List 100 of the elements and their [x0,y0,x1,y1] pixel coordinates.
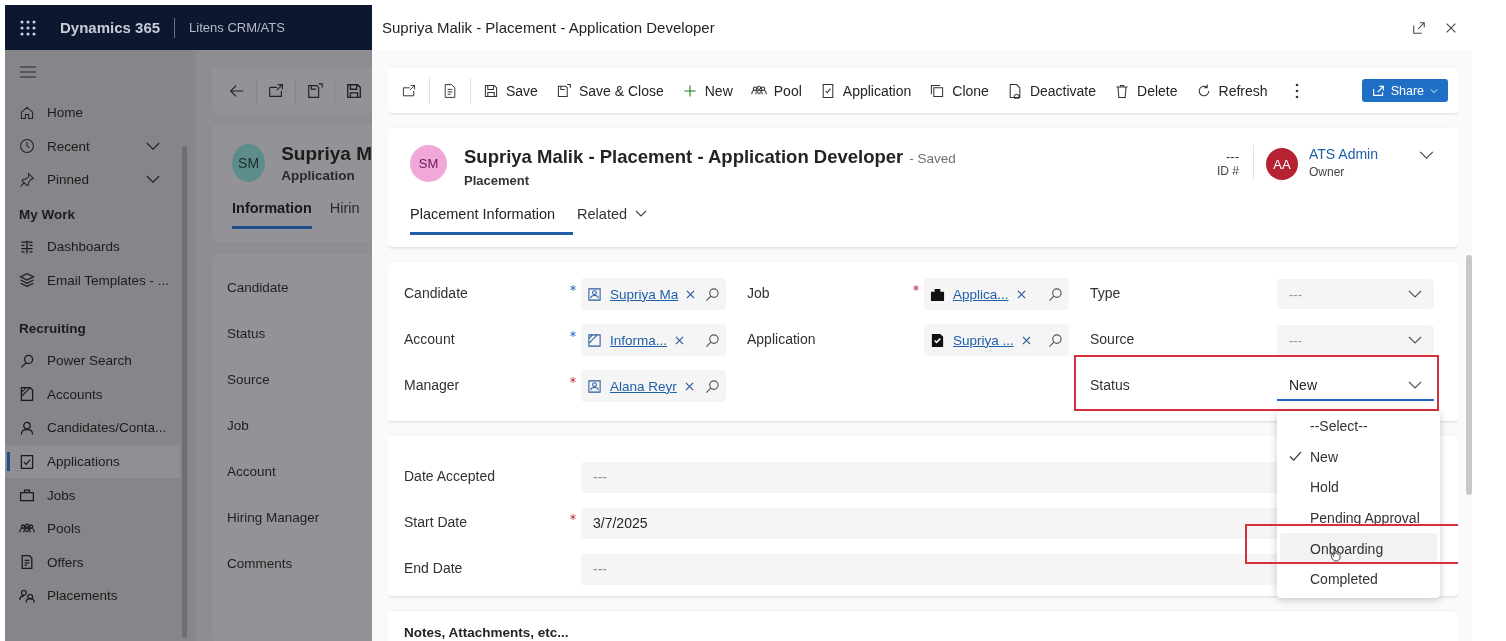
lookup-field[interactable]: Alana Reyr [581,370,726,402]
tab[interactable]: Placement Information [410,206,574,235]
command-button[interactable]: Pool [741,74,811,107]
nav-icon [19,453,35,470]
field-label: Candidate [404,284,469,301]
avatar: SM [232,144,266,182]
popout-icon[interactable] [401,82,417,99]
remove-icon[interactable] [684,381,694,391]
id-value: --- [1225,149,1239,164]
tab[interactable]: Related [577,206,666,235]
tab[interactable]: Hirin [329,200,360,229]
nav-icon [19,487,35,504]
field-label: Status [227,326,267,343]
field-label: Job [747,284,771,301]
panel-title: Supriya Malik - Placement - Application Developer [382,19,716,36]
nav-item[interactable]: Pools [5,511,180,546]
lookup-field[interactable]: Supriya ... [924,324,1069,356]
command-button[interactable]: Deactivate [997,74,1106,107]
search-icon[interactable] [705,378,720,394]
trash-icon [1114,82,1131,99]
command-button[interactable]: Refresh [1186,74,1277,107]
tab[interactable]: Information [232,200,312,229]
field-label: End Date [404,559,464,576]
nav-item[interactable]: Offers [5,545,180,580]
search-icon[interactable] [1048,286,1063,302]
record-title: Supriya M [281,143,372,165]
command-button[interactable]: New [672,74,742,107]
command-button[interactable]: Save & Close [546,74,673,107]
app-launcher-icon[interactable] [20,19,36,36]
nav-icon [19,587,35,604]
share-button[interactable]: Share [1361,79,1448,102]
nav-item[interactable]: Recent [5,129,180,164]
briefcase-icon [930,286,945,302]
app-name: Litens CRM/ATS [189,20,285,35]
nav-icon [19,352,35,369]
lookup-field[interactable]: Informa... [581,324,726,356]
nav-item[interactable]: Applications [5,444,180,479]
remove-icon[interactable] [1016,289,1026,299]
owner-link[interactable]: ATS Admin [1309,146,1378,162]
field-label: Job [227,418,250,435]
avatar: AA [1266,148,1298,180]
search-icon[interactable] [705,286,720,302]
popout-icon[interactable] [267,81,285,100]
record-type: Placement [464,173,531,188]
nav-item[interactable]: Accounts [5,377,180,412]
record-link[interactable]: Informa... [610,332,668,348]
nav-section-title: Recruiting [18,319,87,338]
chevron-down-icon [1408,336,1422,344]
command-button[interactable]: Clone [920,74,998,107]
field-label: Type [1090,284,1122,301]
more-icon[interactable] [1294,82,1299,99]
field-label: Source [1090,330,1136,347]
nav-item[interactable]: Dashboards [5,229,180,264]
command-button[interactable]: Application [810,74,921,107]
dropdown-option[interactable]: Onboarding [1280,533,1437,564]
nav-item[interactable]: Home [5,96,180,130]
field-label: Comments [227,556,294,573]
record-link[interactable]: Applica... [953,286,1009,302]
field-label: Status [1090,376,1131,393]
chevron-down-icon[interactable] [1419,151,1434,160]
nav-item[interactable]: Power Search [5,343,180,378]
scrollbar[interactable] [1466,255,1472,495]
search-icon[interactable] [705,332,720,348]
contact-card-icon [587,286,602,302]
nav-item[interactable]: Pinned [5,163,180,197]
record-link[interactable]: Alana Reyr [610,378,677,394]
command-button[interactable]: Delete [1105,74,1187,107]
lookup-field[interactable]: Applica... [924,278,1069,310]
nav-section-title: My Work [18,205,76,224]
nav-item[interactable]: Placements [5,579,180,613]
owner-role: Owner [1309,165,1346,179]
expand-icon[interactable] [1412,20,1426,35]
record-type: Application [281,168,356,183]
lookup-field[interactable]: Supriya Ma [581,278,726,310]
copy-icon [929,82,946,99]
nav-icon [19,172,35,188]
command-button[interactable]: Save [483,74,547,107]
field-label: Candidate [227,280,290,297]
field-label: Hiring Manager [227,510,321,527]
save-status: - Saved [909,151,956,166]
avatar: SM [410,145,447,182]
nav-item[interactable]: Jobs [5,478,180,512]
nav-item[interactable]: Email Templates - ... [5,263,180,297]
field-label: Date Accepted [404,467,497,484]
field-label: Manager [404,376,461,393]
remove-icon[interactable] [1021,335,1031,345]
nav-item[interactable]: Candidates/Conta... [5,411,180,445]
remove-icon[interactable] [686,289,696,299]
chevron-down-icon [1408,290,1422,298]
record-link[interactable]: Supriya Ma [610,286,679,302]
nav-icon [19,104,35,121]
nav-icon [19,272,35,289]
field-label: Source [227,372,271,389]
share-icon [1371,84,1385,97]
product-name: Dynamics 365 [60,19,161,36]
search-icon[interactable] [1048,332,1063,348]
dropdown-option[interactable]: --Select-- [1280,411,1437,442]
record-link[interactable]: Supriya ... [953,332,1014,348]
remove-icon[interactable] [675,335,685,345]
save-icon[interactable] [345,81,363,100]
